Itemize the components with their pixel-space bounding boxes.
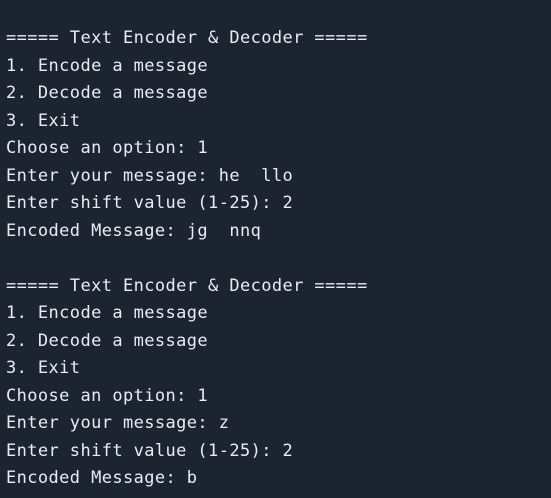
menu-header: ===== Text Encoder & Decoder ===== <box>6 275 368 296</box>
message-prompt: Enter your message: z <box>6 413 230 433</box>
encoded-result: Encoded Message: jg nnq <box>6 220 262 241</box>
shift-prompt: Enter shift value (1-25): 2 <box>6 440 294 461</box>
option-prompt: Choose an option: 1 <box>6 385 209 406</box>
menu-option-exit: 3. Exit <box>6 358 81 378</box>
terminal-output[interactable]: ===== Text Encoder & Decoder ===== 1. En… <box>0 0 551 498</box>
menu-option-exit: 3. Exit <box>6 110 81 131</box>
menu-option-decode: 2. Decode a message <box>6 330 209 351</box>
menu-option-encode: 1. Encode a message <box>6 55 209 76</box>
shift-prompt: Enter shift value (1-25): 2 <box>6 193 294 213</box>
option-prompt: Choose an option: 1 <box>6 138 209 158</box>
menu-header: ===== Text Encoder & Decoder ===== <box>6 28 368 48</box>
menu-option-encode: 1. Encode a message <box>6 303 209 323</box>
encoded-result: Encoded Message: b <box>6 468 198 488</box>
message-prompt: Enter your message: he llo <box>6 165 294 186</box>
menu-option-decode: 2. Decode a message <box>6 83 209 103</box>
